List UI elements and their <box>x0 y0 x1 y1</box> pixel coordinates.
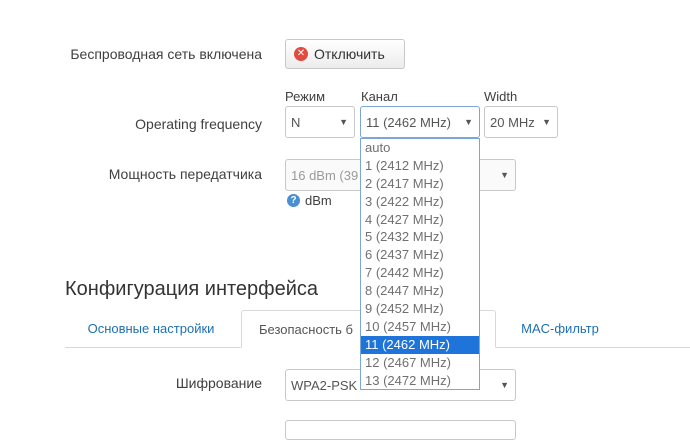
tab-mac-filter[interactable]: MAC-фильтр <box>500 310 620 347</box>
txpower-value: 16 dBm (39 <box>291 167 359 183</box>
channel-option[interactable]: 7 (2442 MHz) <box>361 264 479 282</box>
chevron-down-icon: ▼ <box>339 117 348 127</box>
width-select[interactable]: 20 MHz ▼ <box>484 106 558 138</box>
chevron-down-icon: ▼ <box>464 117 473 127</box>
channel-option[interactable]: 1 (2412 MHz) <box>361 157 479 175</box>
channel-option[interactable]: 2 (2417 MHz) <box>361 175 479 193</box>
mode-select[interactable]: N ▼ <box>285 106 355 138</box>
channel-option[interactable]: 5 (2432 MHz) <box>361 228 479 246</box>
channel-option[interactable]: 3 (2422 MHz) <box>361 193 479 211</box>
tab-general-settings[interactable]: Основные настройки <box>65 310 237 347</box>
channel-select[interactable]: 11 (2462 MHz) ▼ <box>360 106 480 138</box>
chevron-down-icon: ▼ <box>542 117 551 127</box>
channel-dropdown-list[interactable]: auto 1 (2412 MHz) 2 (2417 MHz) 3 (2422 MHz)… <box>360 138 480 390</box>
encryption-value: WPA2-PSK <box>291 377 358 393</box>
close-icon: ✕ <box>294 47 308 61</box>
tab-label: Основные настройки <box>87 321 215 336</box>
help-icon: ? <box>287 194 300 207</box>
channel-option[interactable]: 8 (2447 MHz) <box>361 282 479 300</box>
operating-frequency-label: Operating frequency <box>135 116 262 132</box>
wireless-enabled-label: Беспроводная сеть включена <box>70 46 262 62</box>
txpower-unit: dBm <box>305 193 332 208</box>
mode-value: N <box>291 114 301 130</box>
mode-header: Режим <box>285 89 326 104</box>
width-header: Width <box>484 89 518 104</box>
channel-option[interactable]: 6 (2437 MHz) <box>361 246 479 264</box>
channel-option[interactable]: 12 (2467 MHz) <box>361 354 479 372</box>
chevron-down-icon: ▼ <box>500 380 509 390</box>
channel-value: 11 (2462 MHz) <box>366 114 452 130</box>
channel-option[interactable]: auto <box>361 139 479 157</box>
section-title: Конфигурация интерфейса <box>65 278 319 300</box>
next-field[interactable] <box>285 420 516 440</box>
chevron-down-icon: ▼ <box>500 170 509 180</box>
channel-option[interactable]: 4 (2427 MHz) <box>361 211 479 229</box>
channel-option[interactable]: 11 (2462 MHz) <box>361 335 479 354</box>
tab-label: MAC-фильтр <box>521 321 599 336</box>
disable-button-label: Отключить <box>314 46 385 62</box>
width-value: 20 MHz <box>490 114 535 130</box>
channel-option[interactable]: 10 (2457 MHz) <box>361 318 479 336</box>
encryption-label: Шифрование <box>175 375 262 391</box>
tab-label: Безопасность б <box>259 321 353 337</box>
channel-option[interactable]: 13 (2472 MHz) <box>361 372 479 390</box>
disable-wireless-button[interactable]: ✕ Отключить <box>285 39 405 69</box>
txpower-label: Мощность передатчика <box>108 166 262 182</box>
txpower-hint: ? dBm <box>287 193 332 208</box>
channel-option[interactable]: 9 (2452 MHz) <box>361 300 479 318</box>
channel-header: Канал <box>361 89 398 104</box>
